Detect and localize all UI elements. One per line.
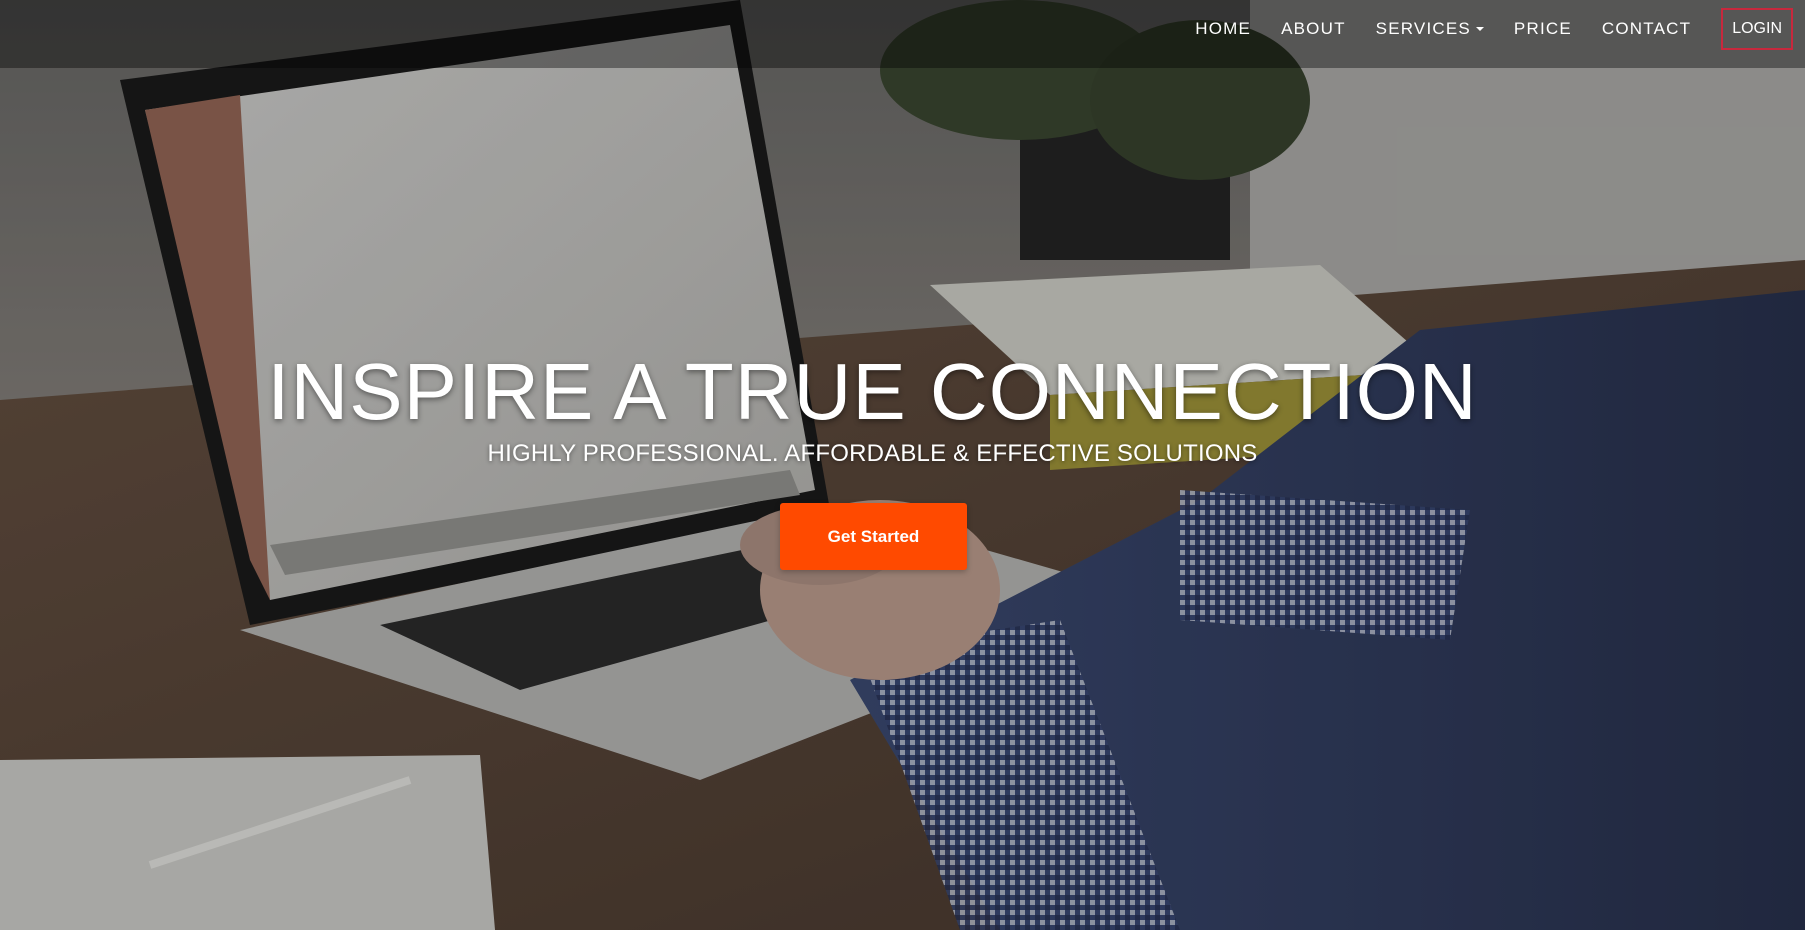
nav-about[interactable]: ABOUT (1281, 19, 1346, 39)
nav-contact[interactable]: CONTACT (1602, 19, 1691, 39)
nav-services-label: SERVICES (1375, 19, 1471, 38)
login-button[interactable]: LOGIN (1721, 8, 1793, 50)
get-started-button[interactable]: Get Started (780, 503, 967, 570)
nav-menu: HOME ABOUT SERVICES PRICE CONTACT LOGIN (1195, 8, 1793, 50)
hero-title: INSPIRE A TRUE CONNECTION (267, 347, 1478, 436)
top-navbar: HOME ABOUT SERVICES PRICE CONTACT LOGIN (0, 0, 1805, 68)
hero-section: HOME ABOUT SERVICES PRICE CONTACT LOGIN … (0, 0, 1805, 930)
nav-price[interactable]: PRICE (1514, 19, 1572, 39)
nav-services-dropdown[interactable]: SERVICES (1376, 19, 1484, 39)
hero-subtitle: HIGHLY PROFESSIONAL. AFFORDABLE & EFFECT… (487, 440, 1258, 467)
caret-down-icon (1475, 27, 1484, 31)
nav-home[interactable]: HOME (1195, 19, 1251, 39)
